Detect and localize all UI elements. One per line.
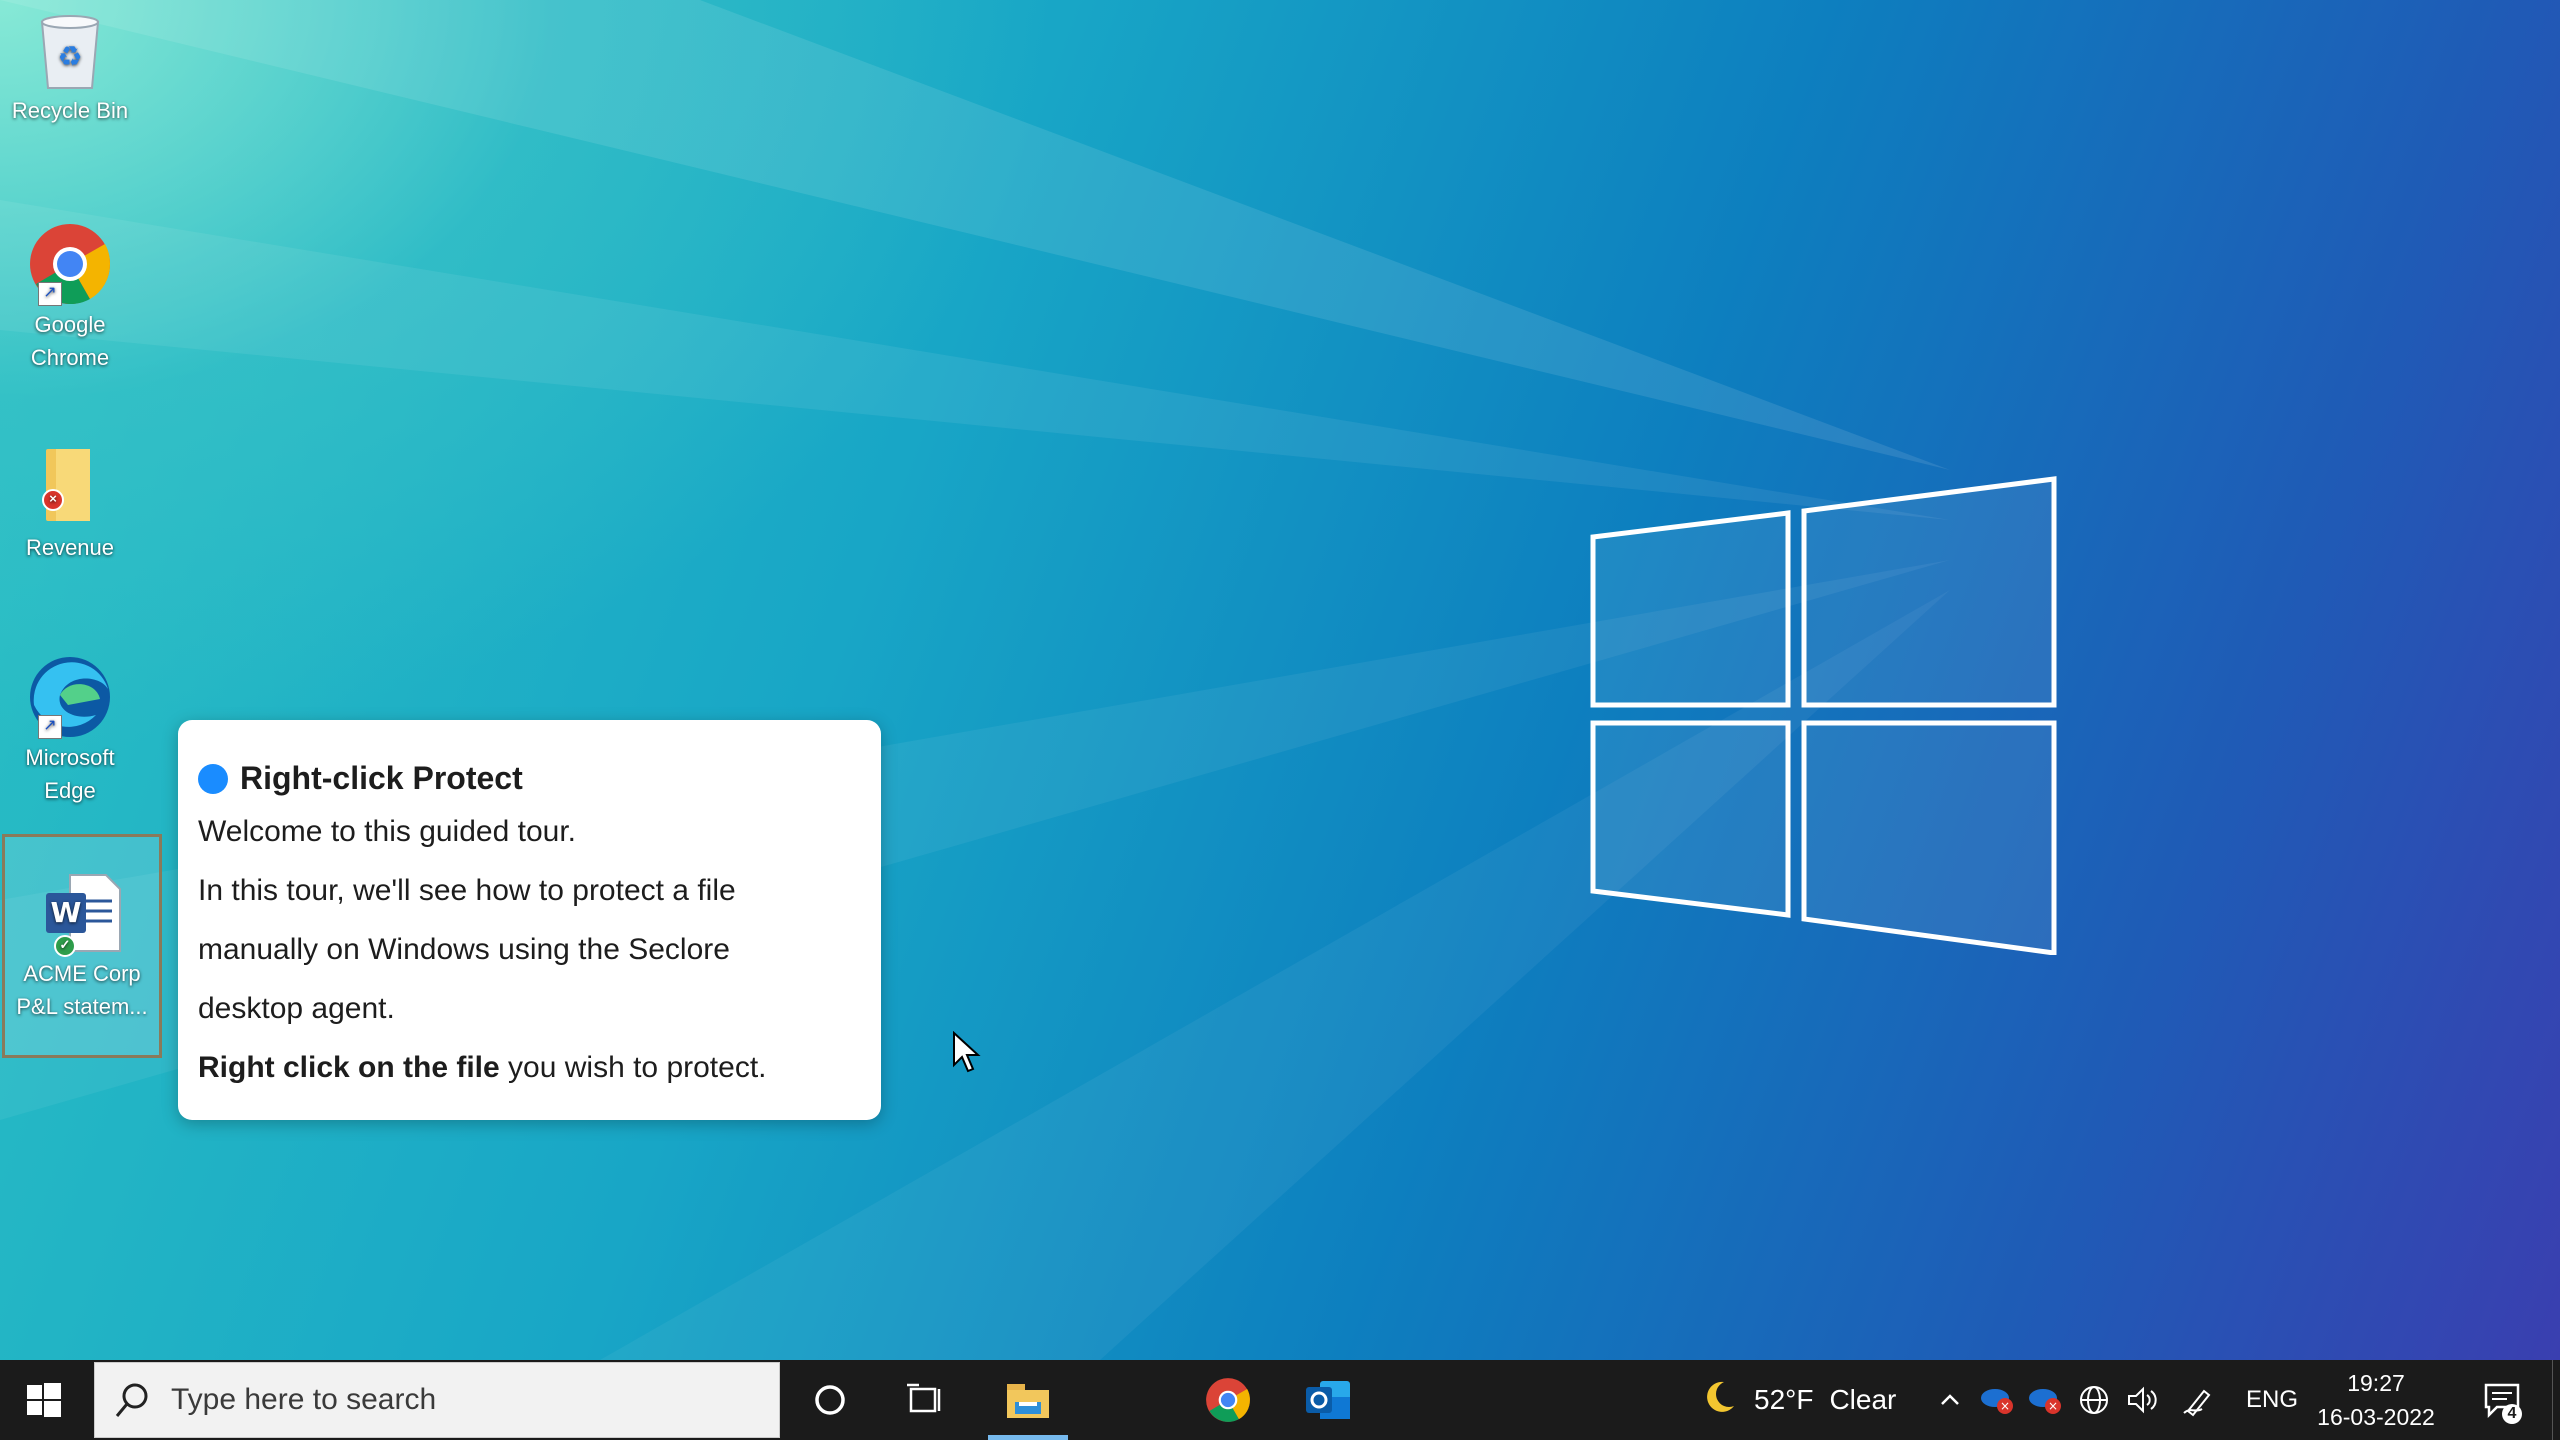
network-globe-icon[interactable] (2073, 1360, 2115, 1440)
guided-tour-popup: Right-click Protect Welcome to this guid… (178, 720, 881, 1120)
show-hidden-icons-button[interactable] (1929, 1360, 1971, 1440)
pen-ink-icon[interactable] (2178, 1360, 2220, 1440)
outlook-icon (1306, 1381, 1350, 1419)
synced-check-icon: ✓ (54, 935, 76, 957)
svg-text:♻: ♻ (57, 40, 82, 73)
onedrive-error-icon-2[interactable]: × (2024, 1360, 2066, 1440)
svg-text:×: × (2000, 1399, 2010, 1413)
taskbar-search-box[interactable]: Type here to search (94, 1362, 780, 1438)
desktop-icon-revenue-folder[interactable]: × Revenue (4, 445, 136, 564)
desktop-icon-label: Recycle Bin (11, 98, 129, 123)
tour-instruction-bold: Right click on the file (198, 1051, 500, 1084)
desktop-icon-google-chrome[interactable]: ↗ Google Chrome (4, 222, 136, 374)
onedrive-error-icon-1[interactable]: × (1976, 1360, 2018, 1440)
cortana-button[interactable] (790, 1360, 870, 1440)
tour-title-row: Right-click Protect (198, 760, 523, 797)
notification-count-badge: 4 (2502, 1404, 2522, 1424)
word-document-icon: W ✓ (40, 871, 124, 957)
mouse-cursor-icon (953, 1031, 981, 1073)
tour-step-dot-icon (198, 763, 228, 794)
task-view-icon (907, 1383, 941, 1413)
taskbar-outlook[interactable] (1288, 1360, 1368, 1440)
chrome-icon: ↗ (28, 222, 112, 306)
chrome-icon (1206, 1378, 1250, 1422)
start-button[interactable] (0, 1360, 88, 1440)
weather-condition: Clear (1829, 1384, 1897, 1415)
desktop-icon-label: ACME Corp P&L statem... (16, 961, 148, 1019)
action-center-button[interactable]: 4 (2472, 1360, 2532, 1440)
file-explorer-icon (1007, 1384, 1049, 1418)
tour-text-line: desktop agent. (198, 992, 395, 1025)
task-view-button[interactable] (884, 1360, 964, 1440)
clock-time: 19:27 (2347, 1370, 2405, 1396)
desktop-icon-microsoft-edge[interactable]: ↗ Microsoft Edge (4, 655, 136, 807)
windows-logo-wallpaper (1590, 476, 2057, 955)
system-clock[interactable]: 19:27 16-03-2022 (2306, 1366, 2446, 1434)
tour-title: Right-click Protect (240, 760, 523, 796)
taskbar-file-explorer[interactable] (988, 1360, 1068, 1440)
clock-date: 16-03-2022 (2317, 1404, 2435, 1430)
recycle-bin-icon: ♻ (28, 8, 112, 92)
chevron-up-icon (1941, 1394, 1959, 1405)
tour-text-welcome: Welcome to this guided tour. (198, 815, 576, 848)
desktop-icon-recycle-bin[interactable]: ♻ Recycle Bin (4, 8, 136, 127)
cortana-circle-icon (815, 1385, 845, 1415)
edge-icon: ↗ (28, 655, 112, 739)
search-icon (115, 1383, 148, 1417)
desktop: ♻ Recycle Bin ↗ Google Chrome × Revenue … (0, 0, 2560, 1360)
shortcut-arrow-icon: ↗ (38, 715, 62, 739)
active-app-indicator (988, 1435, 1068, 1440)
moon-icon (1700, 1378, 1738, 1423)
windows-start-icon (27, 1383, 61, 1417)
weather-temperature: 52°F (1754, 1384, 1814, 1415)
folder-icon: × (28, 445, 112, 529)
tour-instruction-rest: you wish to protect. (499, 1051, 767, 1084)
svg-text:×: × (2048, 1399, 2058, 1413)
wallpaper-light-beams (0, 0, 1950, 1360)
desktop-icon-label: Revenue (25, 535, 115, 560)
tour-text-line: manually on Windows using the Seclore (198, 933, 730, 966)
weather-widget[interactable]: 52°F Clear (1700, 1360, 1896, 1440)
svg-text:W: W (51, 896, 82, 929)
desktop-icon-label: Microsoft Edge (25, 745, 115, 803)
show-desktop-button[interactable] (2552, 1360, 2560, 1440)
input-language-indicator[interactable]: ENG (2246, 1360, 2298, 1440)
taskbar: Type here to search 52°F Clear × × ENG 1… (0, 1360, 2560, 1440)
sync-error-icon: × (42, 489, 64, 511)
tour-text-line: In this tour, we'll see how to protect a… (198, 874, 736, 907)
search-placeholder: Type here to search (171, 1383, 437, 1416)
volume-icon[interactable] (2122, 1360, 2164, 1440)
desktop-icon-label: Google Chrome (30, 312, 110, 370)
tour-instruction: Right click on the file you wish to prot… (198, 1051, 767, 1085)
desktop-icon-acme-pl-statement[interactable]: W ✓ ACME Corp P&L statem... (2, 834, 162, 1058)
taskbar-google-chrome[interactable] (1188, 1360, 1268, 1440)
shortcut-arrow-icon: ↗ (38, 282, 62, 306)
